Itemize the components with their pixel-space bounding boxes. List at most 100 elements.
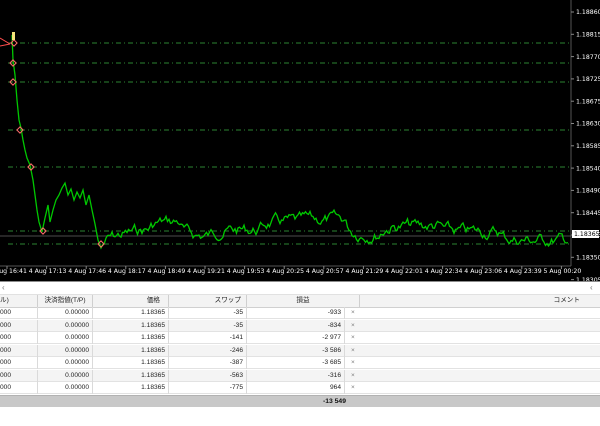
- stop-loss-cell: 000: [0, 307, 38, 319]
- time-tick-label: 5 Aug 00:20: [544, 268, 582, 275]
- price-tick-label: 1.18815: [576, 32, 600, 39]
- position-row[interactable]: 000 0.00000 1.18365 -35 -933 ×: [0, 307, 600, 319]
- swap-cell: -775: [169, 382, 247, 394]
- time-tick-label: 4 Aug 18:17: [108, 268, 146, 275]
- take-profit-cell: 0.00000: [38, 332, 93, 344]
- comment-cell: [360, 320, 600, 332]
- total-row: -13 549: [0, 395, 600, 407]
- position-row[interactable]: 000 0.00000 1.18365 -141 -2 977 ×: [0, 332, 600, 344]
- time-tick-label: 4 Aug 20:25: [266, 268, 304, 275]
- take-profit-cell: 0.00000: [38, 319, 93, 332]
- price-cell: 1.18365: [93, 319, 169, 332]
- close-position-icon[interactable]: ×: [351, 382, 355, 394]
- price-cell: 1.18365: [93, 332, 169, 344]
- trade-terminal: ‹ ‹ ル) 決済指値(T/P) 価格 スワップ 損益 コメント 000 0.00…: [0, 281, 600, 426]
- entry-arrow-icon: [0, 37, 11, 47]
- column-header-row: ル) 決済指値(T/P) 価格 スワップ 損益 コメント: [0, 294, 600, 308]
- price-tick-label: 1.18725: [576, 76, 600, 83]
- header-take-profit[interactable]: 決済指値(T/P): [38, 295, 93, 307]
- time-tick-label: 4 Aug 18:49: [148, 268, 186, 275]
- take-profit-cell: 0.00000: [38, 382, 93, 394]
- time-tick-label: 4 Aug 20:57: [306, 268, 344, 275]
- price-cell: 1.18365: [93, 382, 169, 394]
- time-tick-label: 4 Aug 22:34: [425, 268, 463, 275]
- close-position-icon[interactable]: ×: [351, 345, 355, 357]
- stop-loss-cell: 000: [0, 357, 38, 369]
- close-position-icon[interactable]: ×: [351, 307, 355, 319]
- position-row[interactable]: 000 0.00000 1.18365 -387 -3 685 ×: [0, 357, 600, 369]
- price-tick-label: 1.18675: [576, 98, 600, 105]
- price-tick-label: 1.18630: [576, 121, 600, 128]
- chart-svg[interactable]: 1.18860 1.18815 1.18770 1.18725 1.18675 1.186…: [0, 0, 600, 281]
- swap-cell: -141: [169, 332, 247, 344]
- position-row[interactable]: 000 0.00000 1.18365 -35 -834 ×: [0, 319, 600, 332]
- close-position-icon[interactable]: ×: [351, 370, 355, 382]
- time-tick-label: 4 Aug 16:41: [0, 268, 27, 275]
- header-comment[interactable]: コメント: [360, 295, 600, 307]
- stop-loss-cell: 000: [0, 319, 38, 332]
- stop-loss-cell: 000: [0, 344, 38, 357]
- price-tick-label: 1.18770: [576, 54, 600, 61]
- profit-cell: -933: [247, 307, 345, 319]
- price-tick-label: 1.18585: [576, 143, 600, 150]
- time-tick-label: 4 Aug 22:01: [385, 268, 423, 275]
- time-tick-label: 4 Aug 17:13: [29, 268, 67, 275]
- price-tick-label: 1.18860: [576, 9, 600, 16]
- comment-cell: [360, 382, 600, 394]
- header-price[interactable]: 価格: [93, 295, 169, 307]
- header-swap[interactable]: スワップ: [169, 295, 247, 307]
- take-profit-cell: 0.00000: [38, 344, 93, 357]
- scroll-left-icon[interactable]: ‹: [2, 283, 5, 292]
- position-row[interactable]: 000 0.00000 1.18365 -775 964 ×: [0, 382, 600, 394]
- take-profit-cell: 0.00000: [38, 369, 93, 382]
- close-position-icon[interactable]: ×: [351, 357, 355, 369]
- price-cell: 1.18365: [93, 369, 169, 382]
- price-chart[interactable]: 1.18860 1.18815 1.18770 1.18725 1.18675 1.186…: [0, 0, 600, 281]
- position-row[interactable]: 000 0.00000 1.18365 -246 -3 586 ×: [0, 344, 600, 357]
- price-tick-label: 1.18350: [576, 255, 600, 262]
- comment-cell: [360, 307, 600, 319]
- profit-cell: 964: [247, 382, 345, 394]
- profit-cell: -834: [247, 319, 345, 332]
- comment-cell: [360, 345, 600, 357]
- price-cell: 1.18365: [93, 344, 169, 357]
- current-price-label: 1.18365: [574, 231, 600, 238]
- time-tick-label: 4 Aug 17:46: [68, 268, 106, 275]
- price-tick-label: 1.18540: [576, 165, 600, 172]
- profit-cell: -3 685: [247, 357, 345, 369]
- swap-cell: -387: [169, 357, 247, 369]
- comment-cell: [360, 357, 600, 369]
- total-profit: -13 549: [322, 398, 346, 405]
- stop-loss-cell: 000: [0, 332, 38, 344]
- time-tick-label: 4 Aug 23:39: [504, 268, 542, 275]
- stop-loss-cell: 000: [0, 369, 38, 382]
- swap-cell: -35: [169, 319, 247, 332]
- comment-cell: [360, 370, 600, 382]
- swap-cell: -563: [169, 369, 247, 382]
- price-cell: 1.18365: [93, 307, 169, 319]
- time-tick-label: 4 Aug 23:06: [464, 268, 502, 275]
- header-profit[interactable]: 損益: [247, 295, 360, 307]
- profit-cell: -316: [247, 369, 345, 382]
- price-tick-label: 1.18445: [576, 210, 600, 217]
- scroll-left-icon-right[interactable]: ‹: [590, 283, 593, 292]
- price-line: [11, 34, 569, 250]
- price-tick-label: 1.18490: [576, 188, 600, 195]
- close-position-icon[interactable]: ×: [351, 320, 355, 332]
- position-flag-icon: [12, 32, 15, 40]
- header-stop-loss[interactable]: ル): [0, 295, 38, 307]
- take-profit-cell: 0.00000: [38, 357, 93, 369]
- time-tick-label: 4 Aug 21:29: [346, 268, 384, 275]
- price-cell: 1.18365: [93, 357, 169, 369]
- take-profit-cell: 0.00000: [38, 307, 93, 319]
- close-position-icon[interactable]: ×: [351, 332, 355, 344]
- swap-cell: -246: [169, 344, 247, 357]
- comment-cell: [360, 332, 600, 344]
- time-tick-label: 4 Aug 19:21: [187, 268, 225, 275]
- profit-cell: -2 977: [247, 332, 345, 344]
- position-row[interactable]: 000 0.00000 1.18365 -563 -316 ×: [0, 369, 600, 382]
- swap-cell: -35: [169, 307, 247, 319]
- time-tick-label: 4 Aug 19:53: [227, 268, 265, 275]
- stop-loss-cell: 000: [0, 382, 38, 394]
- profit-cell: -3 586: [247, 344, 345, 357]
